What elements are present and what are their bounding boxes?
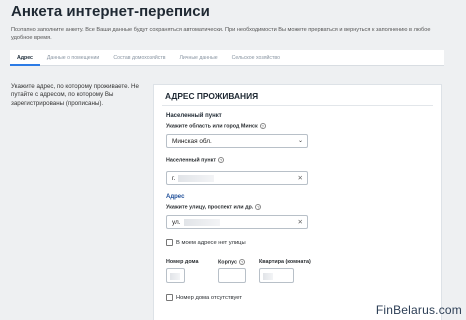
region-label-text: Укажите область или город Минск — [166, 123, 258, 130]
no-street-label: В моем адресе нет улицы — [176, 240, 246, 247]
address-card: АДРЕС ПРОЖИВАНИЯ Населенный пункт Укажит… — [153, 84, 442, 320]
tab-premises[interactable]: Данные о помещении — [40, 50, 106, 66]
building-label: Корпус? — [218, 259, 245, 265]
address-hint: Укажите адрес, по которому проживаете. Н… — [11, 83, 139, 107]
watermark: FinBelarus.com — [375, 303, 462, 317]
street-select[interactable]: ул. ✕ — [166, 215, 308, 229]
no-house-checkbox[interactable]: Номер дома отсутствует — [166, 294, 242, 301]
page-title: Анкета интернет-переписи — [11, 3, 210, 20]
street-prefix: ул. — [172, 219, 181, 227]
no-house-label: Номер дома отсутствует — [176, 295, 242, 302]
building-label-text: Корпус — [218, 259, 237, 266]
settlement-prefix: г. — [172, 175, 176, 183]
clear-icon[interactable]: ✕ — [298, 174, 303, 182]
settlement-label-text: Населенный пункт — [166, 157, 217, 164]
street-label: Укажите улицу, проспект или др.? — [166, 204, 262, 211]
tab-personal[interactable]: Личные данные — [172, 50, 224, 66]
region-select[interactable]: Минская обл. ⌄ — [166, 134, 308, 148]
settlement-group-title: Населенный пункт — [166, 113, 222, 119]
tab-bar: Адрес Данные о помещении Состав домохозя… — [10, 50, 444, 66]
street-label-text: Укажите улицу, проспект или др. — [166, 204, 254, 211]
settlement-select[interactable]: г. ✕ — [166, 171, 308, 185]
redacted-value — [183, 219, 220, 226]
redacted-value — [263, 273, 273, 280]
card-divider — [162, 105, 433, 106]
checkbox-icon[interactable] — [166, 294, 173, 301]
region-select-value: Минская обл. — [172, 138, 212, 145]
tab-address[interactable]: Адрес — [10, 50, 40, 66]
info-icon[interactable]: ? — [255, 204, 262, 210]
page-subtitle: Поэтапно заполните анкету. Все Ваши данн… — [11, 27, 431, 41]
card-title: АДРЕС ПРОЖИВАНИЯ — [165, 91, 259, 101]
redacted-value — [170, 273, 180, 280]
redacted-value — [178, 175, 215, 182]
region-label: Укажите область или город Минск? — [166, 123, 266, 129]
building-input[interactable] — [218, 268, 246, 283]
address-group-title: Адрес — [166, 194, 185, 200]
apartment-label: Квартира (комната) — [259, 259, 311, 265]
info-icon[interactable]: ? — [239, 259, 245, 265]
clear-icon[interactable]: ✕ — [298, 218, 303, 226]
tab-household[interactable]: Состав домохозяйств — [106, 50, 172, 66]
house-number-input[interactable] — [166, 268, 185, 283]
tab-agriculture[interactable]: Сельское хозяйство — [225, 50, 287, 66]
info-icon[interactable]: ? — [218, 157, 225, 163]
chevron-down-icon: ⌄ — [297, 138, 303, 144]
checkbox-icon[interactable] — [166, 239, 173, 246]
no-street-checkbox[interactable]: В моем адресе нет улицы — [166, 239, 246, 246]
house-label: Номер дома — [166, 259, 199, 265]
settlement-label: Населенный пункт? — [166, 157, 225, 164]
apartment-input[interactable] — [259, 268, 294, 283]
info-icon[interactable]: ? — [259, 123, 266, 129]
